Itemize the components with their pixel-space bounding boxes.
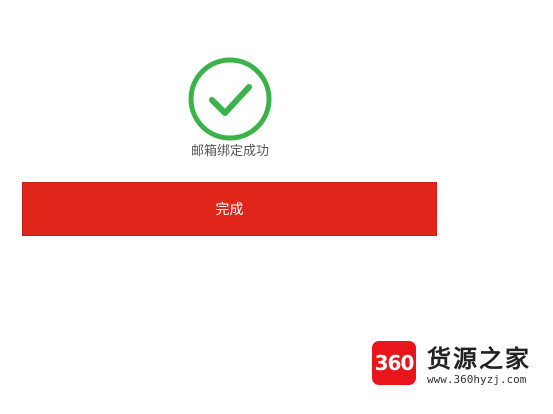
watermark-title: 货源之家 <box>427 344 531 373</box>
done-button-label: 完成 <box>215 202 244 218</box>
watermark-logo: 360 <box>372 341 416 385</box>
check-circle-icon <box>188 57 272 141</box>
done-button[interactable]: 完成 <box>22 182 437 236</box>
watermark-logo-text: 360 <box>374 351 415 375</box>
success-message: 邮箱绑定成功 <box>190 144 269 159</box>
watermark: 360 货源之家 www.360hyzj.com <box>372 341 550 391</box>
watermark-url: www.360hyzj.com <box>427 373 527 386</box>
